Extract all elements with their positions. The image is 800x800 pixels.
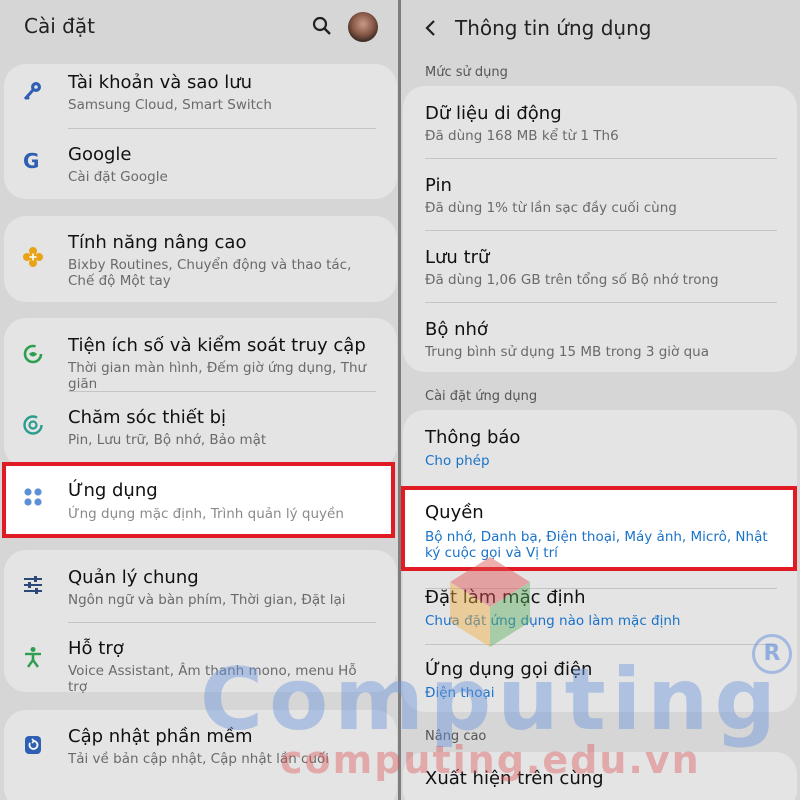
item-title: Quyền <box>425 502 484 523</box>
item-subtitle: Đã dùng 1% từ lần sạc đầy cuối cùng <box>425 200 677 216</box>
settings-item-advanced[interactable]: Tính năng nâng cao Bixby Routines, Chuyể… <box>68 232 378 292</box>
settings-item-apps[interactable]: Ứng dụng Ứng dụng mặc định, Trình quản l… <box>2 462 395 538</box>
item-title: Thông báo <box>425 427 521 448</box>
back-arrow-icon[interactable] <box>423 18 439 38</box>
item-subtitle: Đã dùng 168 MB kể từ 1 Th6 <box>425 128 619 144</box>
item-subtitle: Bixby Routines, Chuyển động và thao tác,… <box>68 257 352 289</box>
item-title: Hỗ trợ <box>68 638 124 659</box>
sliders-icon <box>24 576 42 594</box>
item-title: Google <box>68 144 132 165</box>
divider <box>68 391 376 392</box>
settings-panel: Cài đặt Tài khoản và sao lưu Samsung Clo… <box>0 0 398 800</box>
item-subtitle: Trung bình sử dụng 15 MB trong 3 giờ qua <box>425 344 709 360</box>
advanced-features-icon <box>23 247 43 267</box>
google-icon: G <box>23 149 40 173</box>
item-title: Quản lý chung <box>68 567 199 588</box>
item-subtitle: Điện thoại <box>425 685 495 701</box>
item-title: Lưu trữ <box>425 247 490 268</box>
divider <box>425 230 777 231</box>
search-icon[interactable] <box>312 16 332 36</box>
device-care-icon <box>23 415 43 435</box>
settings-item-device-care[interactable]: Chăm sóc thiết bị Pin, Lưu trữ, Bộ nhớ, … <box>68 407 378 453</box>
item-subtitle: Samsung Cloud, Smart Switch <box>68 97 272 113</box>
app-info-panel: Thông tin ứng dụng Mức sử dụng Dữ liệu d… <box>401 0 800 800</box>
usage-item-mobile-data[interactable]: Dữ liệu di động Đã dùng 168 MB kể từ 1 T… <box>425 103 775 149</box>
watermark-logo <box>450 557 530 647</box>
item-subtitle: Ngôn ngữ và bàn phím, Thời gian, Đặt lại <box>68 592 346 608</box>
item-title: Xuất hiện trên cùng <box>425 768 604 789</box>
digital-wellbeing-icon <box>23 344 43 364</box>
settings-item-accounts[interactable]: Tài khoản và sao lưu Samsung Cloud, Smar… <box>68 72 378 118</box>
settings-item-software-update[interactable]: Cập nhật phần mềm Tải về bản cập nhật, C… <box>68 726 378 772</box>
item-title: Cập nhật phần mềm <box>68 726 253 747</box>
item-subtitle: Tải về bản cập nhật, Cập nhật lần cuối <box>68 751 330 767</box>
item-subtitle: Pin, Lưu trữ, Bộ nhớ, Bảo mật <box>68 432 267 448</box>
settings-item-accessibility[interactable]: Hỗ trợ Voice Assistant, Âm thanh mono, m… <box>68 638 378 695</box>
usage-item-battery[interactable]: Pin Đã dùng 1% từ lần sạc đầy cuối cùng <box>425 175 775 221</box>
divider <box>425 158 777 159</box>
item-subtitle: Đã dùng 1,06 GB trên tổng số Bộ nhớ tron… <box>425 272 719 288</box>
settings-item-appear-on-top[interactable]: Xuất hiện trên cùng <box>425 768 775 798</box>
item-title: Pin <box>425 175 452 196</box>
usage-item-storage[interactable]: Lưu trữ Đã dùng 1,06 GB trên tổng số Bộ … <box>425 247 775 293</box>
settings-item-google[interactable]: Google Cài đặt Google <box>68 144 378 190</box>
settings-item-general-management[interactable]: Quản lý chung Ngôn ngữ và bàn phím, Thời… <box>68 567 378 613</box>
apps-icon <box>24 488 42 506</box>
settings-item-notifications[interactable]: Thông báo Cho phép <box>425 427 775 473</box>
settings-title: Cài đặt <box>24 14 95 38</box>
profile-avatar[interactable] <box>348 12 378 42</box>
usage-item-memory[interactable]: Bộ nhớ Trung bình sử dụng 15 MB trong 3 … <box>425 319 775 365</box>
accessibility-icon <box>25 647 41 668</box>
item-subtitle: Thời gian màn hình, Đếm giờ ứng dụng, Th… <box>68 360 367 392</box>
item-subtitle: Voice Assistant, Âm thanh mono, menu Hỗ … <box>68 663 357 695</box>
item-title: Tài khoản và sao lưu <box>68 72 253 93</box>
software-update-icon <box>25 736 41 754</box>
item-subtitle: Cài đặt Google <box>68 169 168 185</box>
settings-item-calling-app[interactable]: Ứng dụng gọi điện Điện thoại <box>425 659 775 705</box>
divider <box>68 128 376 129</box>
item-title: Ứng dụng <box>68 480 158 501</box>
section-advanced: Nâng cao <box>425 729 487 744</box>
settings-item-digital-wellbeing[interactable]: Tiện ích số và kiểm soát truy cập Thời g… <box>68 335 378 392</box>
item-title: Tiện ích số và kiểm soát truy cập <box>68 335 366 356</box>
key-icon <box>23 82 41 100</box>
apps-text: Ứng dụng Ứng dụng mặc định, Trình quản l… <box>68 480 378 526</box>
item-subtitle: Ứng dụng mặc định, Trình quản lý quyền <box>68 506 344 522</box>
item-title: Chăm sóc thiết bị <box>68 407 227 428</box>
app-info-title: Thông tin ứng dụng <box>455 16 652 40</box>
item-subtitle: Cho phép <box>425 453 490 469</box>
divider <box>425 302 777 303</box>
item-title: Dữ liệu di động <box>425 103 562 124</box>
section-app-settings: Cài đặt ứng dụng <box>425 389 538 404</box>
item-title: Ứng dụng gọi điện <box>425 659 593 680</box>
item-title: Bộ nhớ <box>425 319 488 340</box>
section-usage: Mức sử dụng <box>425 65 508 80</box>
divider <box>68 622 376 623</box>
item-title: Tính năng nâng cao <box>68 232 247 253</box>
